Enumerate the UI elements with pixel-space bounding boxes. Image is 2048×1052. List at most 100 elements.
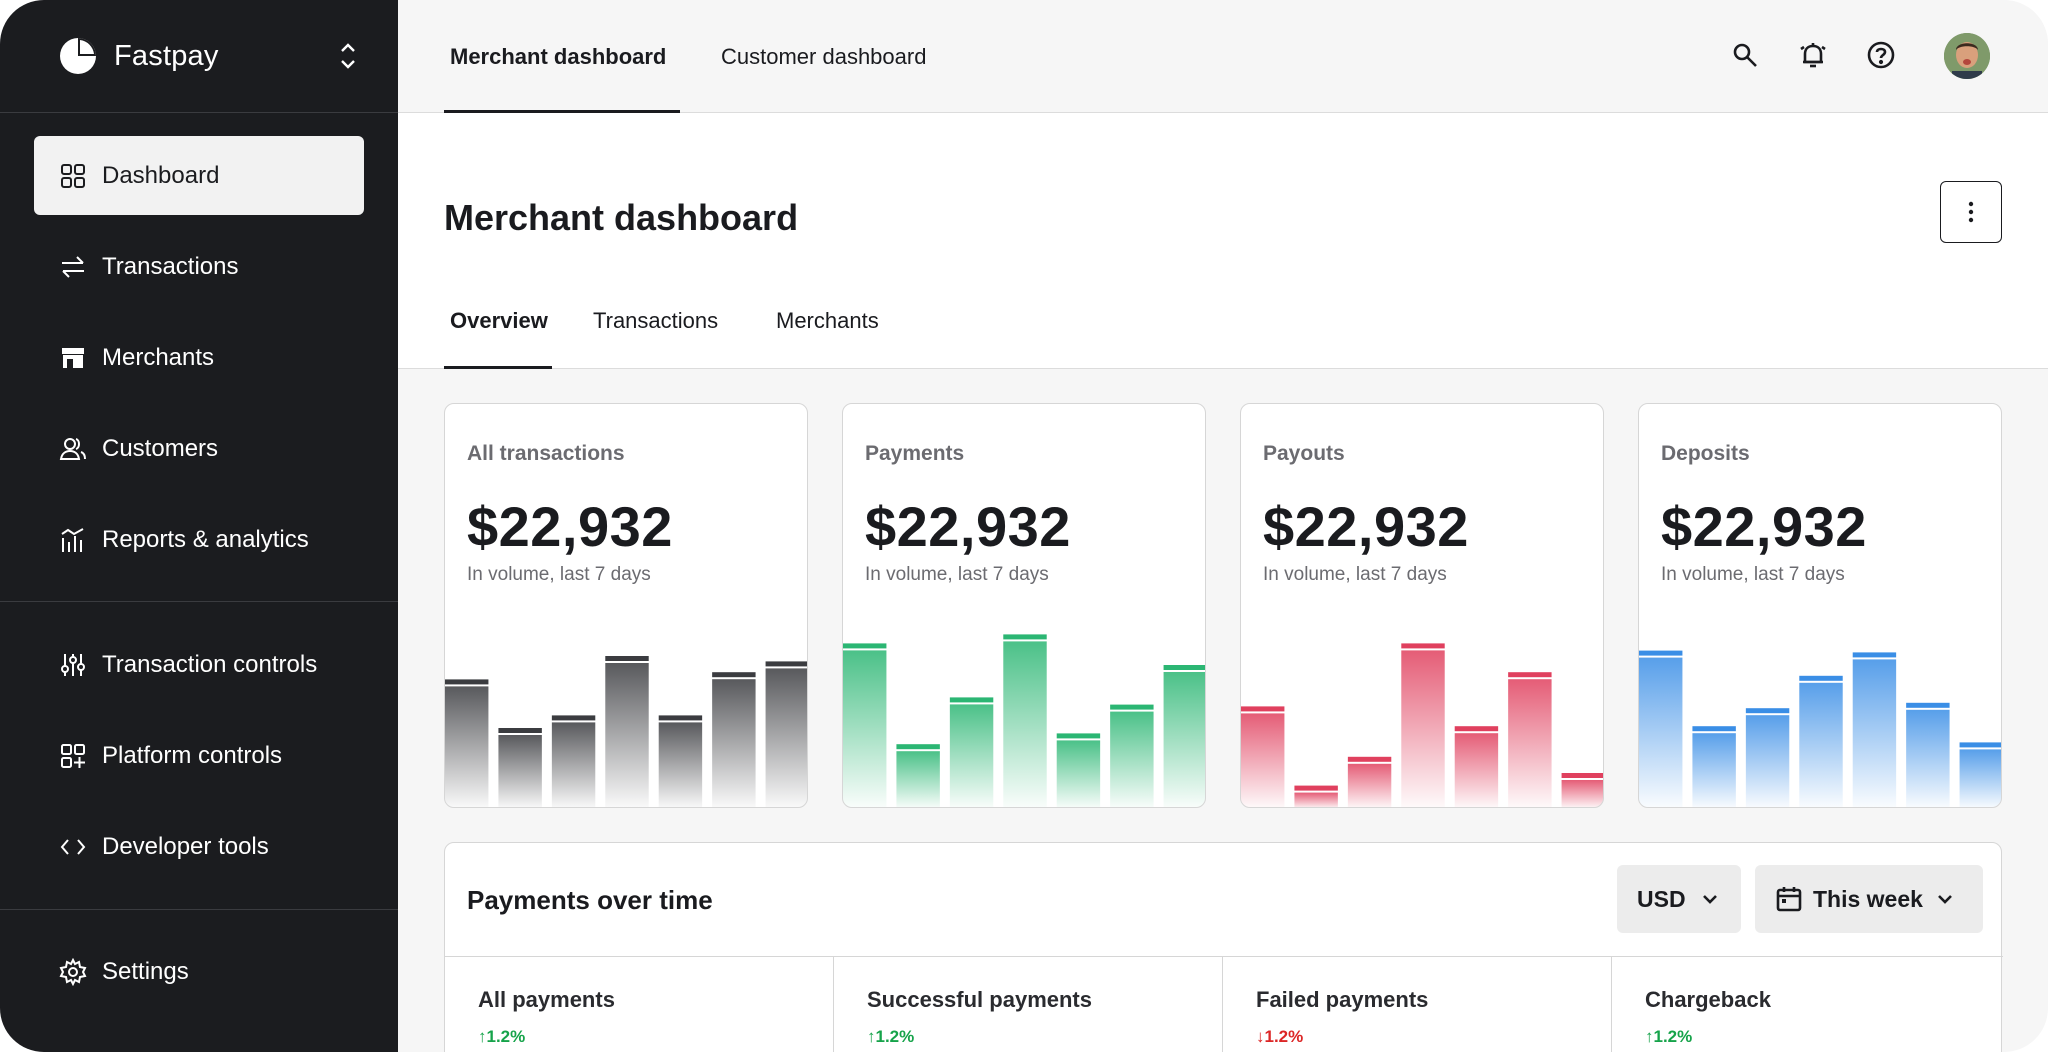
- metric-all-payments[interactable]: All payments ↑1.2%: [445, 957, 834, 1052]
- card-subtitle: In volume, last 7 days: [865, 564, 1049, 585]
- bar: [1110, 711, 1154, 807]
- tab-merchants[interactable]: Merchants: [776, 308, 879, 334]
- card-title: Payments: [865, 442, 965, 465]
- bar: [1347, 763, 1392, 807]
- bar: [1003, 641, 1047, 807]
- card-subtitle: In volume, last 7 days: [467, 564, 651, 585]
- arrows-swap-icon: [58, 252, 88, 282]
- sidebar-item-merchants[interactable]: Merchants: [34, 318, 364, 397]
- bar-cap: [605, 656, 649, 661]
- fastpay-logo-icon: [60, 38, 96, 74]
- search-icon[interactable]: [1728, 38, 1762, 72]
- sidebar-item-label: Dashboard: [102, 161, 220, 189]
- bar: [1561, 780, 1603, 807]
- bar: [1852, 659, 1897, 807]
- metric-label: Chargeback: [1645, 987, 1771, 1012]
- metric-change: ↓1.2%: [1256, 1027, 1303, 1047]
- trend-arrow-icon: ↓: [1256, 1027, 1265, 1046]
- metric-change-value: 1.2%: [1264, 1027, 1304, 1046]
- bar: [1241, 713, 1285, 807]
- sidebar-item-transactions[interactable]: Transactions: [34, 227, 364, 306]
- bar-cap: [1852, 652, 1897, 658]
- bar-chart-icon: [58, 525, 88, 555]
- metric-label: Failed payments: [1256, 987, 1429, 1012]
- trend-arrow-icon: ↑: [1645, 1027, 1654, 1046]
- stat-card-payments[interactable]: Payments $22,932 In volume, last 7 days: [842, 403, 1206, 808]
- sparkbar-chart: [843, 634, 1205, 807]
- gear-icon: [58, 957, 88, 987]
- currency-select[interactable]: USD: [1617, 865, 1741, 933]
- bar: [843, 650, 887, 807]
- metric-failed-payments[interactable]: Failed payments ↓1.2%: [1223, 957, 1612, 1052]
- stat-card-all-transactions[interactable]: All transactions $22,932 In volume, last…: [444, 403, 808, 808]
- metric-label: All payments: [478, 987, 615, 1012]
- avatar[interactable]: [1944, 33, 1990, 79]
- page-title: Merchant dashboard: [444, 197, 799, 238]
- bar-cap: [949, 697, 994, 703]
- bar: [1454, 733, 1499, 807]
- sidebar-main-nav: Dashboard Transactions Merchants Custome…: [34, 136, 364, 591]
- brand[interactable]: Fastpay: [0, 0, 398, 113]
- sidebar-item-customers[interactable]: Customers: [34, 409, 364, 488]
- bell-icon[interactable]: [1796, 38, 1830, 72]
- chevron-up-down-icon[interactable]: [338, 38, 358, 74]
- tab-merchant-dashboard[interactable]: Merchant dashboard: [450, 0, 666, 113]
- sidebar-controls-nav: Transaction controls Platform controls D…: [34, 625, 364, 898]
- bar: [445, 686, 489, 807]
- bar-cap: [551, 715, 596, 721]
- bar: [1294, 792, 1338, 807]
- stat-card-payouts[interactable]: Payouts $22,932 In volume, last 7 days: [1240, 403, 1604, 808]
- bar: [1959, 749, 2001, 807]
- calendar-icon: [1776, 887, 1802, 912]
- sidebar-item-settings[interactable]: Settings: [34, 932, 364, 1011]
- metric-change: ↑1.2%: [478, 1027, 525, 1047]
- help-icon[interactable]: [1864, 38, 1898, 72]
- app-window: Fastpay Dashboard Transactions Merchants…: [0, 0, 2048, 1052]
- card-value: $22,932: [1263, 495, 1469, 558]
- kebab-menu-icon: [1968, 201, 1974, 223]
- panel-title: Payments over time: [467, 885, 713, 915]
- metrics-row: All payments ↑1.2% Successful payments ↑…: [445, 956, 2003, 1052]
- sidebar-item-developer-tools[interactable]: Developer tools: [34, 807, 364, 886]
- card-title: Deposits: [1661, 442, 1750, 465]
- bar: [1056, 740, 1101, 807]
- sidebar-item-dashboard[interactable]: Dashboard: [34, 136, 364, 215]
- grid-icon: [58, 161, 88, 191]
- tab-overview[interactable]: Overview: [450, 308, 548, 334]
- more-options-button[interactable]: [1940, 181, 2002, 243]
- sidebar-item-label: Developer tools: [102, 832, 269, 860]
- sidebar-item-label: Transactions: [102, 252, 239, 280]
- card-subtitle: In volume, last 7 days: [1263, 564, 1447, 585]
- bar-cap: [1454, 726, 1499, 732]
- bar: [1745, 715, 1790, 807]
- tab-transactions[interactable]: Transactions: [593, 308, 718, 334]
- metric-chargeback[interactable]: Chargeback ↑1.2%: [1612, 957, 2001, 1052]
- bar-cap: [1163, 665, 1205, 670]
- tab-customer-dashboard[interactable]: Customer dashboard: [721, 0, 926, 113]
- metric-label: Successful payments: [867, 987, 1092, 1012]
- sidebar-item-reports[interactable]: Reports & analytics: [34, 500, 364, 579]
- sidebar-divider: [0, 601, 398, 602]
- bar: [1639, 657, 1683, 807]
- bar-cap: [1508, 672, 1552, 678]
- bar: [498, 735, 542, 807]
- sparkbar-chart: [445, 656, 807, 807]
- bar-cap: [1745, 708, 1790, 714]
- active-subtab-indicator: [444, 366, 552, 369]
- bar: [1163, 672, 1205, 807]
- bar: [712, 679, 756, 807]
- sidebar-item-transaction-controls[interactable]: Transaction controls: [34, 625, 364, 704]
- bar: [658, 722, 703, 807]
- metric-change: ↑1.2%: [867, 1027, 914, 1047]
- bar-cap: [1401, 643, 1445, 649]
- bar-cap: [1561, 773, 1603, 778]
- bar-cap: [1639, 650, 1683, 656]
- bar: [551, 722, 596, 807]
- stat-card-deposits[interactable]: Deposits $22,932 In volume, last 7 days: [1638, 403, 2002, 808]
- store-icon: [58, 343, 88, 373]
- metric-successful-payments[interactable]: Successful payments ↑1.2%: [834, 957, 1223, 1052]
- period-select[interactable]: This week: [1755, 865, 1983, 933]
- metric-change-value: 1.2%: [875, 1027, 915, 1046]
- metric-change-value: 1.2%: [1653, 1027, 1693, 1046]
- sidebar-item-platform-controls[interactable]: Platform controls: [34, 716, 364, 795]
